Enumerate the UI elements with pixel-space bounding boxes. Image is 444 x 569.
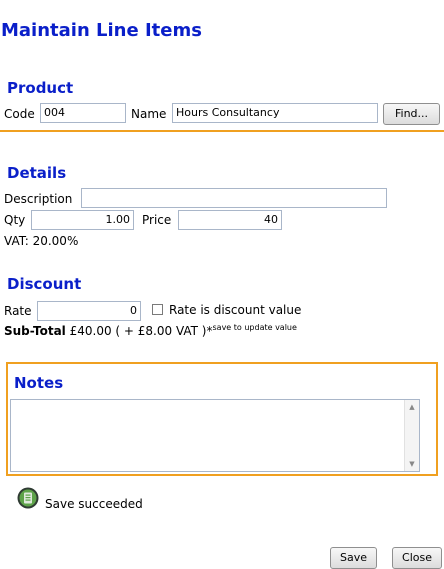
notes-panel: Notes ▲ ▼ (6, 362, 438, 476)
save-note: save to update value (212, 323, 297, 332)
scroll-up-icon[interactable]: ▲ (405, 402, 419, 412)
price-label: Price (142, 213, 172, 227)
discount-heading: Discount (7, 275, 82, 293)
details-heading: Details (7, 164, 67, 182)
name-input[interactable]: Hours Consultancy (172, 103, 378, 123)
rate-input[interactable]: 0 (37, 301, 141, 321)
subtotal-value: £40.00 ( + £8.00 VAT ) (69, 324, 207, 338)
discount-value-checkbox[interactable] (152, 304, 163, 315)
name-label: Name (131, 107, 167, 121)
qty-input[interactable]: 1.00 (31, 210, 134, 230)
notes-scrollbar[interactable]: ▲ ▼ (404, 400, 419, 471)
subtotal-label: Sub-Total (4, 324, 66, 338)
qty-label: Qty (4, 213, 26, 227)
price-input[interactable]: 40 (178, 210, 282, 230)
notes-heading: Notes (14, 374, 64, 392)
code-label: Code (4, 107, 35, 121)
vat-text: VAT: 20.00% (4, 234, 79, 248)
subtotal-asterisk: * (206, 324, 213, 338)
description-label: Description (4, 192, 73, 206)
product-heading: Product (7, 79, 74, 97)
subtotal-line: Sub-Total £40.00 ( + £8.00 VAT )*save to… (4, 323, 297, 338)
rate-label: Rate (4, 304, 32, 318)
find-button[interactable]: Find... (383, 103, 440, 125)
scroll-down-icon[interactable]: ▼ (405, 459, 419, 469)
save-disk-icon (17, 487, 39, 509)
notes-textarea[interactable]: ▲ ▼ (10, 399, 420, 472)
description-input[interactable] (81, 188, 387, 208)
page-title: Maintain Line Items (1, 20, 202, 41)
close-button[interactable]: Close (392, 547, 442, 569)
code-input[interactable]: 004 (40, 103, 126, 123)
save-button[interactable]: Save (330, 547, 377, 569)
discount-value-checkbox-label: Rate is discount value (169, 303, 302, 317)
status-message: Save succeeded (45, 497, 143, 511)
product-divider (0, 130, 444, 132)
